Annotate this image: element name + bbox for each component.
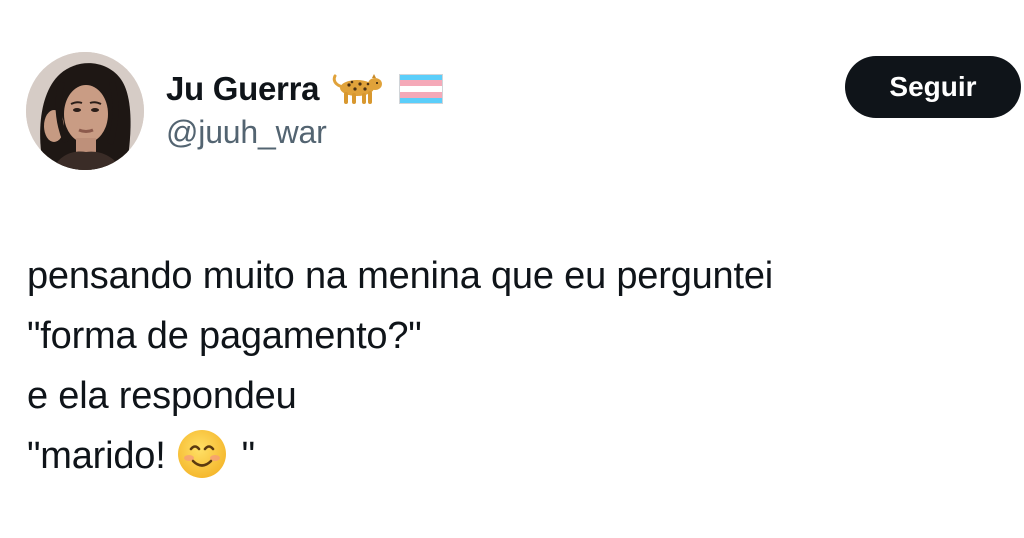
tweet-line-prefix: "marido! — [27, 435, 166, 477]
name-row: Ju Guerra — [166, 66, 444, 112]
display-name[interactable]: Ju Guerra — [166, 70, 320, 108]
tweet-line-suffix: " — [241, 435, 256, 477]
transgender-flag-icon — [399, 74, 444, 104]
leopard-icon — [331, 72, 385, 106]
tweet-line: e ela respondeu — [27, 375, 297, 417]
author-info: Ju Guerra @juuh_war — [166, 66, 444, 151]
user-handle[interactable]: @juuh_war — [166, 114, 443, 151]
avatar[interactable] — [26, 52, 144, 170]
smiling-face-icon — [176, 428, 228, 480]
avatar-portrait-icon — [26, 52, 144, 170]
tweet-text: pensando muito na menina que eu pergunte… — [27, 246, 773, 486]
tweet-line: pensando muito na menina que eu pergunte… — [27, 255, 774, 297]
follow-button[interactable]: Seguir — [845, 56, 1021, 118]
tweet-line-last: "marido! " — [27, 426, 773, 486]
tweet-line: "forma de pagamento?" — [27, 315, 422, 357]
tweet-card: Ju Guerra @juuh_war Seguir pensando muit… — [0, 0, 1024, 538]
